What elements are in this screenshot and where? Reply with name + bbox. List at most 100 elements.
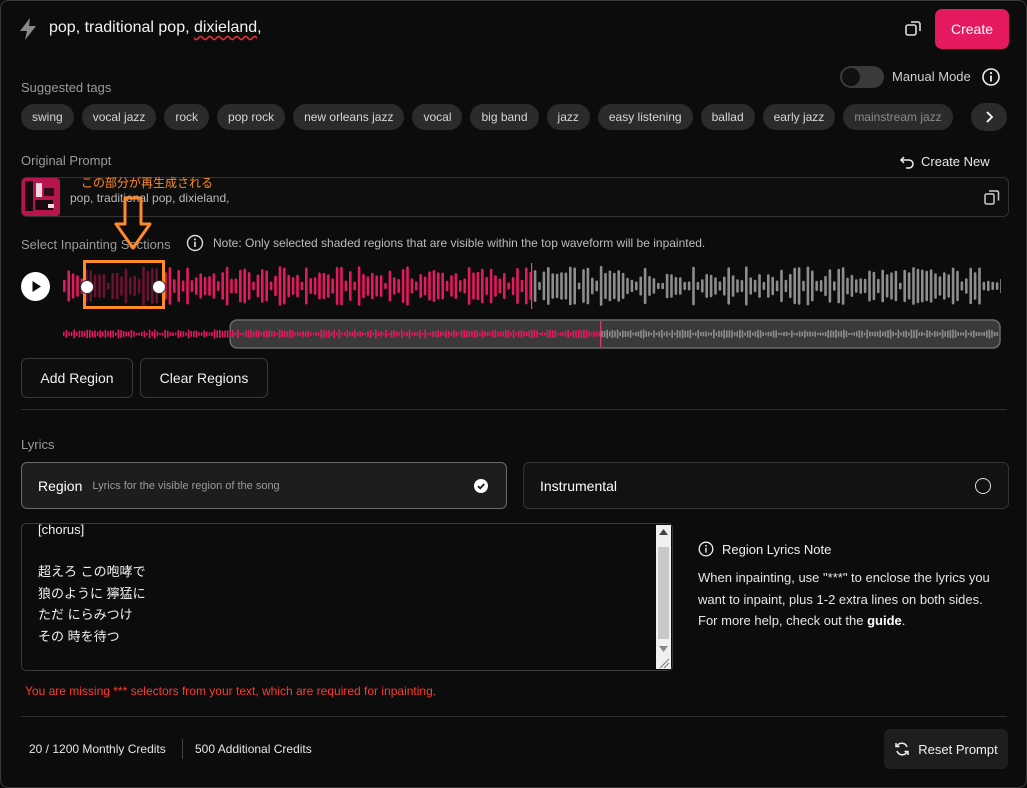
overview-bar <box>551 330 554 338</box>
waveform-bar <box>991 281 994 291</box>
waveform-bar <box>190 280 194 293</box>
region-end-handle[interactable] <box>152 280 166 294</box>
play-button[interactable] <box>21 272 50 301</box>
overview-waveform[interactable] <box>61 319 1001 349</box>
overview-bar <box>783 331 785 337</box>
original-prompt-label: Original Prompt <box>21 153 112 168</box>
overview-bar <box>172 332 174 336</box>
tag-chip[interactable]: mainstream jazz <box>843 104 953 130</box>
overview-bar <box>848 333 850 335</box>
info-icon[interactable] <box>981 67 1001 87</box>
overview-bar <box>614 330 616 338</box>
tag-chip[interactable]: ballad <box>700 104 755 130</box>
tag-chip[interactable]: rock <box>164 104 210 130</box>
overview-bar <box>965 330 967 338</box>
reset-prompt-button[interactable]: Reset Prompt <box>884 729 1008 769</box>
overview-bar <box>250 330 252 338</box>
scroll-down-icon[interactable] <box>659 646 668 652</box>
instrumental-option-title: Instrumental <box>540 477 618 494</box>
waveform-bar <box>802 280 805 292</box>
waveform-bar <box>771 276 774 296</box>
waveform-bar <box>551 273 554 299</box>
waveform-bar <box>384 282 387 290</box>
overview-bar <box>169 332 172 336</box>
add-region-button[interactable]: Add Region <box>21 358 133 398</box>
overview-bar <box>239 332 242 336</box>
overview-bar <box>921 331 923 337</box>
overview-bar <box>375 329 377 339</box>
overview-bar <box>505 329 507 339</box>
waveform-bar <box>76 275 79 297</box>
overview-bar <box>164 329 166 339</box>
tag-chip[interactable]: jazz <box>546 104 590 130</box>
overview-bar <box>367 331 369 337</box>
overview-bar <box>460 330 463 338</box>
overview-bar <box>611 329 614 339</box>
overview-bar <box>583 329 585 339</box>
overview-bar <box>554 330 556 338</box>
waveform-bar <box>797 267 801 305</box>
note-body-end: . <box>901 613 906 628</box>
overview-bar <box>380 331 382 337</box>
scrollbar-thumb[interactable] <box>658 547 669 639</box>
waveform-bar <box>753 279 757 293</box>
overview-bar <box>219 329 221 338</box>
tag-chip[interactable]: vocal <box>412 104 463 130</box>
prompt-title[interactable]: pop, traditional pop, dixieland, <box>49 19 262 37</box>
tag-chip[interactable]: swing <box>21 104 74 130</box>
main-waveform[interactable] <box>61 263 1001 309</box>
overview-bar <box>590 332 593 336</box>
copy-icon[interactable] <box>903 18 923 38</box>
guide-link[interactable]: guide <box>867 613 902 628</box>
region-lyrics-option[interactable]: Region Lyrics for the visible region of … <box>21 462 507 509</box>
manual-mode-toggle[interactable] <box>840 66 884 88</box>
create-button[interactable]: Create <box>935 9 1009 49</box>
overview-bar <box>151 331 153 337</box>
waveform-bar <box>745 266 748 306</box>
waveform-bar <box>199 273 202 299</box>
overview-bar <box>845 330 848 338</box>
tag-chip[interactable]: vocal jazz <box>81 104 157 130</box>
overview-bar <box>494 330 497 338</box>
lyrics-scrollbar[interactable] <box>656 525 671 657</box>
tags-scroll-right-button[interactable] <box>971 103 1007 131</box>
overview-bar <box>752 332 754 336</box>
overview-bar <box>952 329 954 339</box>
waveform-bar <box>300 281 304 291</box>
instrumental-option[interactable]: Instrumental <box>523 462 1009 509</box>
waveform-bar <box>630 279 634 293</box>
create-new-label: Create New <box>921 154 990 169</box>
overview-bar <box>468 331 471 338</box>
overview-bar <box>559 332 562 336</box>
copy-icon[interactable] <box>983 188 1001 206</box>
tag-chip[interactable]: early jazz <box>762 104 836 130</box>
waveform-bar <box>221 272 224 300</box>
overview-bar <box>156 331 159 337</box>
waveform-bar <box>203 276 207 296</box>
waveform-bar <box>705 274 708 298</box>
chevron-right-icon <box>986 111 994 123</box>
scroll-up-icon[interactable] <box>659 529 668 535</box>
waveform-bar <box>428 271 431 301</box>
region-start-handle[interactable] <box>80 280 94 294</box>
tag-chip[interactable]: big band <box>470 104 539 130</box>
waveform-bar <box>824 275 827 297</box>
tag-chip[interactable]: pop rock <box>217 104 286 130</box>
overview-bar <box>429 332 432 336</box>
overview-bar <box>900 332 902 336</box>
overview-bar <box>934 331 936 337</box>
overview-bar <box>107 331 109 337</box>
info-icon[interactable] <box>186 234 204 252</box>
overview-bar <box>362 332 364 336</box>
create-new-button[interactable]: Create New <box>899 154 990 169</box>
tag-chip[interactable]: new orleans jazz <box>293 104 405 130</box>
waveform-bar <box>296 274 299 298</box>
lyrics-textarea[interactable]: [chorus] 超えろ この咆哮で 狼のように 獰猛に ただ にらみつけ その… <box>21 523 673 671</box>
waveform-bar <box>349 271 352 301</box>
resize-handle-icon[interactable] <box>656 656 671 669</box>
waveform-bar <box>406 266 409 306</box>
tag-chip[interactable]: easy listening <box>597 104 693 130</box>
overview-bar <box>814 331 816 337</box>
clear-regions-button[interactable]: Clear Regions <box>140 358 268 398</box>
waveform-bar <box>648 276 651 296</box>
